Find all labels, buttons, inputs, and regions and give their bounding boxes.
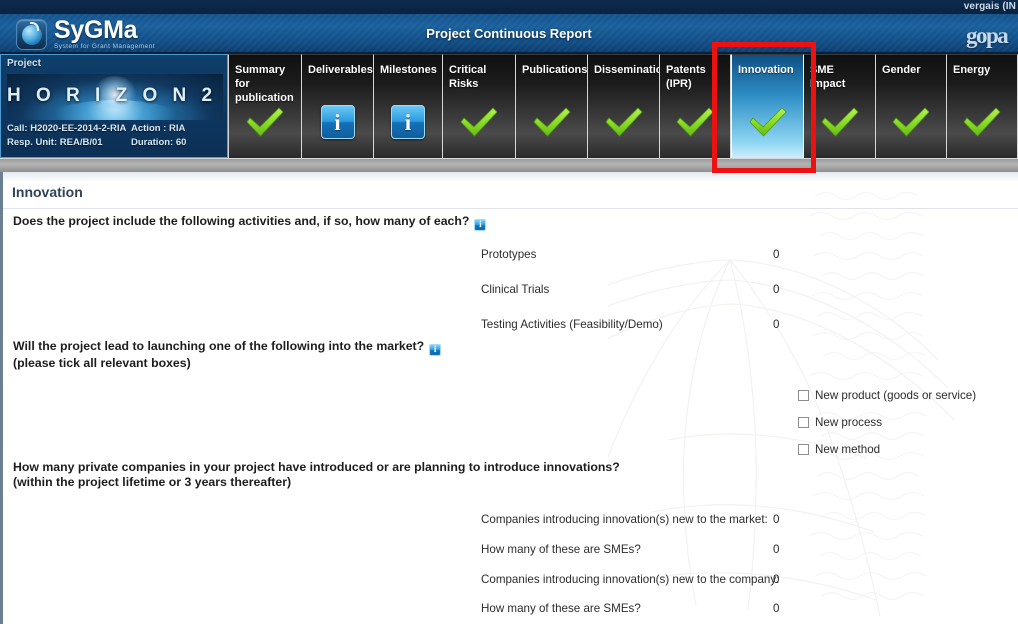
tab-dissemination[interactable]: Dissemination (588, 54, 660, 158)
green-check-icon (229, 102, 301, 142)
company-row: How many of these are SMEs? 0 (481, 602, 779, 615)
question-market-text: Will the project lead to launching one o… (13, 339, 425, 353)
info-icon[interactable]: i (429, 343, 442, 356)
green-check-icon (876, 102, 946, 142)
company-value[interactable]: 0 (773, 602, 779, 615)
green-check-icon (588, 102, 659, 142)
username-label: vergais (IN (963, 1, 1016, 12)
tab-milestones[interactable]: Milestones i (374, 54, 443, 158)
info-icon: i (374, 102, 442, 142)
company-value[interactable]: 0 (773, 573, 779, 586)
section-title: Innovation (12, 184, 83, 200)
company-label: Companies introducing innovation(s) new … (481, 573, 780, 586)
tab-innovation[interactable]: Innovation (731, 54, 804, 158)
programme-name: H O R I Z O N 2 0 2 0 (7, 85, 223, 106)
activity-row: Prototypes 0 (481, 248, 779, 261)
tab-label: Innovation (738, 64, 794, 76)
tab-label: Patents (IPR) (666, 64, 706, 90)
question-companies-text: How many private companies in your proje… (13, 460, 620, 474)
green-check-icon (732, 102, 803, 142)
checkbox[interactable] (798, 417, 809, 428)
market-option-label: New process (815, 416, 883, 429)
activity-label: Clinical Trials (481, 283, 550, 296)
company-value[interactable]: 0 (773, 513, 779, 526)
report-tabs: Summary for publication Deliverables i Mile… (228, 54, 1018, 158)
company-label: How many of these are SMEs? (481, 543, 641, 556)
tab-shelf (0, 158, 1018, 172)
info-icon[interactable]: i (474, 218, 487, 231)
tab-label: Dissemination (594, 64, 659, 76)
green-check-icon (804, 102, 875, 142)
company-label: Companies introducing innovation(s) new … (481, 513, 768, 526)
green-check-icon (443, 102, 515, 142)
sygma-logo-icon (16, 19, 47, 51)
user-strip: vergais (IN (0, 0, 1018, 14)
tab-publications[interactable]: Publications (516, 54, 588, 158)
tab-gender[interactable]: Gender (876, 54, 947, 158)
company-row: Companies introducing innovation(s) new … (481, 513, 779, 526)
info-icon: i (302, 102, 373, 142)
market-option-row[interactable]: New process (798, 416, 882, 429)
section-divider (3, 208, 1018, 209)
sygma-logo[interactable]: SyGMa System for Grant Management (16, 18, 155, 52)
green-check-icon (660, 102, 730, 142)
checkbox[interactable] (798, 444, 809, 455)
content-top-shade (3, 172, 1018, 182)
company-row: How many of these are SMEs? 0 (481, 543, 779, 556)
tab-bar-row: Project H O R I Z O N 2 0 2 0 Call: H202… (0, 54, 1018, 172)
tab-summary-for-publication[interactable]: Summary for publication (228, 54, 302, 158)
tab-energy[interactable]: Energy (947, 54, 1018, 158)
project-info-card: Project H O R I Z O N 2 0 2 0 Call: H202… (0, 54, 228, 158)
activity-value[interactable]: 0 (773, 318, 779, 331)
question-activities-text: Does the project include the following a… (13, 214, 470, 228)
activity-value[interactable]: 0 (773, 283, 779, 296)
logo-title: SyGMa (54, 16, 138, 44)
tab-critical-risks[interactable]: Critical Risks (443, 54, 516, 158)
tab-label: Summary for publication (235, 64, 294, 104)
activity-label: Testing Activities (Feasibility/Demo) (481, 318, 663, 331)
market-option-row[interactable]: New product (goods or service) (798, 389, 976, 402)
company-row: Companies introducing innovation(s) new … (481, 573, 779, 586)
tab-label: Publications (522, 64, 588, 76)
tab-label: Milestones (380, 64, 437, 76)
question-companies: How many private companies in your proje… (13, 460, 620, 490)
activity-label: Prototypes (481, 248, 537, 261)
tab-patents-ipr[interactable]: Patents (IPR) (660, 54, 731, 158)
market-option-label: New product (goods or service) (815, 389, 977, 402)
question-companies-subtext: (within the project lifetime or 3 years … (13, 475, 292, 489)
activity-row: Testing Activities (Feasibility/Demo) 0 (481, 318, 779, 331)
tab-label: Deliverables (308, 64, 373, 76)
market-option-row[interactable]: New method (798, 443, 880, 456)
company-label: How many of these are SMEs? (481, 602, 641, 615)
tab-label: Gender (882, 64, 921, 76)
project-duration: Duration: 60 (131, 137, 187, 148)
horizon2020-banner: H O R I Z O N 2 0 2 0 (7, 74, 223, 120)
question-market: Will the project lead to launching one o… (13, 339, 442, 371)
tab-label: SME Impact (810, 64, 846, 90)
logo-tagline: System for Grant Management (54, 43, 156, 50)
question-market-subtext: (please tick all relevant boxes) (13, 356, 191, 370)
tab-deliverables[interactable]: Deliverables i (302, 54, 374, 158)
market-option-label: New method (815, 443, 881, 456)
green-check-icon (947, 102, 1017, 142)
project-action: Action : RIA (131, 123, 186, 134)
project-resp-unit: Resp. Unit: REA/B/01 (7, 137, 103, 148)
application-window: vergais (IN Project Continuous Report Sy… (0, 0, 1018, 624)
gopa-logo: gopa (966, 23, 1009, 48)
activity-value[interactable]: 0 (773, 248, 779, 261)
project-call: Call: H2020-EE-2014-2-RIA (7, 123, 127, 134)
content-area: Innovation Does the project include the … (0, 172, 1018, 624)
project-metadata: Call: H2020-EE-2014-2-RIA Action : RIA R… (7, 123, 223, 151)
checkbox[interactable] (798, 390, 809, 401)
tab-label: Critical Risks (449, 64, 487, 90)
question-activities: Does the project include the following a… (13, 214, 487, 231)
green-check-icon (516, 102, 587, 142)
activity-row: Clinical Trials 0 (481, 283, 779, 296)
tab-sme-impact[interactable]: SME Impact (804, 54, 876, 158)
tab-label: Energy (953, 64, 991, 76)
project-card-label: Project (7, 58, 41, 69)
brand-header: Project Continuous Report SyGMa System f… (0, 14, 1018, 54)
company-value[interactable]: 0 (773, 543, 779, 556)
